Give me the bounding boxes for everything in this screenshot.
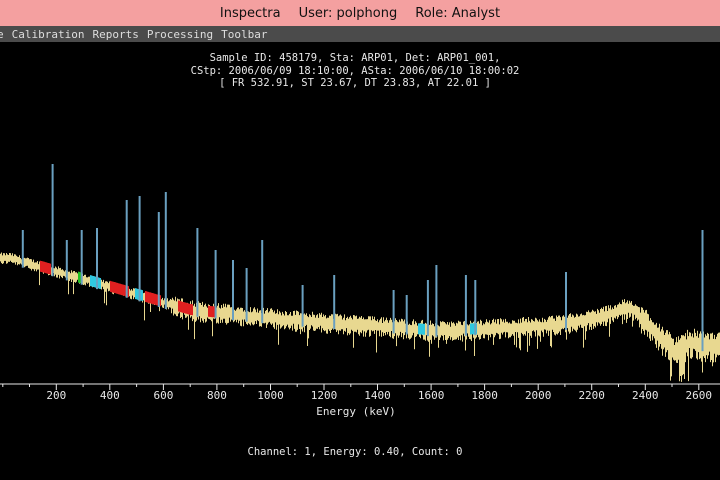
x-tick-label: 2000 <box>525 389 552 402</box>
x-tick-label: 1200 <box>311 389 338 402</box>
x-tick-label: 400 <box>100 389 120 402</box>
status-readout: Channel: 1, Energy: 0.40, Count: 0 <box>248 446 463 458</box>
x-tick-label: 1400 <box>364 389 391 402</box>
menu-item-toolbar[interactable]: Toolbar <box>221 28 267 41</box>
x-tick-label: 800 <box>207 389 227 402</box>
menu-item-file[interactable]: e <box>0 28 4 41</box>
menu-bar: e Calibration Reports Processing Toolbar <box>0 26 720 42</box>
role-label: Role: Analyst <box>415 5 501 21</box>
roi-region <box>40 260 51 275</box>
spectrum-plot[interactable]: Sample ID: 458179, Sta: ARP01, Det: ARP0… <box>0 42 720 480</box>
header-line-3: [ FR 532.91, ST 23.67, DT 23.83, AT 22.0… <box>219 77 491 89</box>
x-tick-label: 600 <box>153 389 173 402</box>
x-axis-label: Energy (keV) <box>316 405 395 418</box>
x-tick-label: 1000 <box>257 389 284 402</box>
app-name: Inspectra <box>219 5 281 21</box>
user-label: User: polphong <box>298 5 398 21</box>
header-line-2: CStp: 2006/06/09 18:10:00, ASta: 2006/06… <box>191 65 520 77</box>
menu-item-processing[interactable]: Processing <box>147 28 213 41</box>
x-axis-ticks: 200 400 600 800 1000 1200 1400 1600 1800 2000 2200… <box>2 384 713 402</box>
x-tick-label: 1800 <box>471 389 498 402</box>
spectrum-trace <box>0 252 720 382</box>
roi-region <box>418 323 425 335</box>
menu-item-reports[interactable]: Reports <box>92 28 138 41</box>
x-tick-label: 2600 <box>686 389 713 402</box>
x-tick-label: 200 <box>46 389 66 402</box>
x-tick-label: 2200 <box>578 389 605 402</box>
menu-item-calibration[interactable]: Calibration <box>12 28 85 41</box>
header-line-1: Sample ID: 458179, Sta: ARP01, Det: ARP0… <box>210 52 501 64</box>
roi-region <box>208 305 216 318</box>
x-tick-label: 1600 <box>418 389 445 402</box>
title-bar: Inspectra User: polphong Role: Analyst <box>0 0 720 27</box>
x-tick-label: 2400 <box>632 389 659 402</box>
spectrum-fill <box>0 252 720 382</box>
